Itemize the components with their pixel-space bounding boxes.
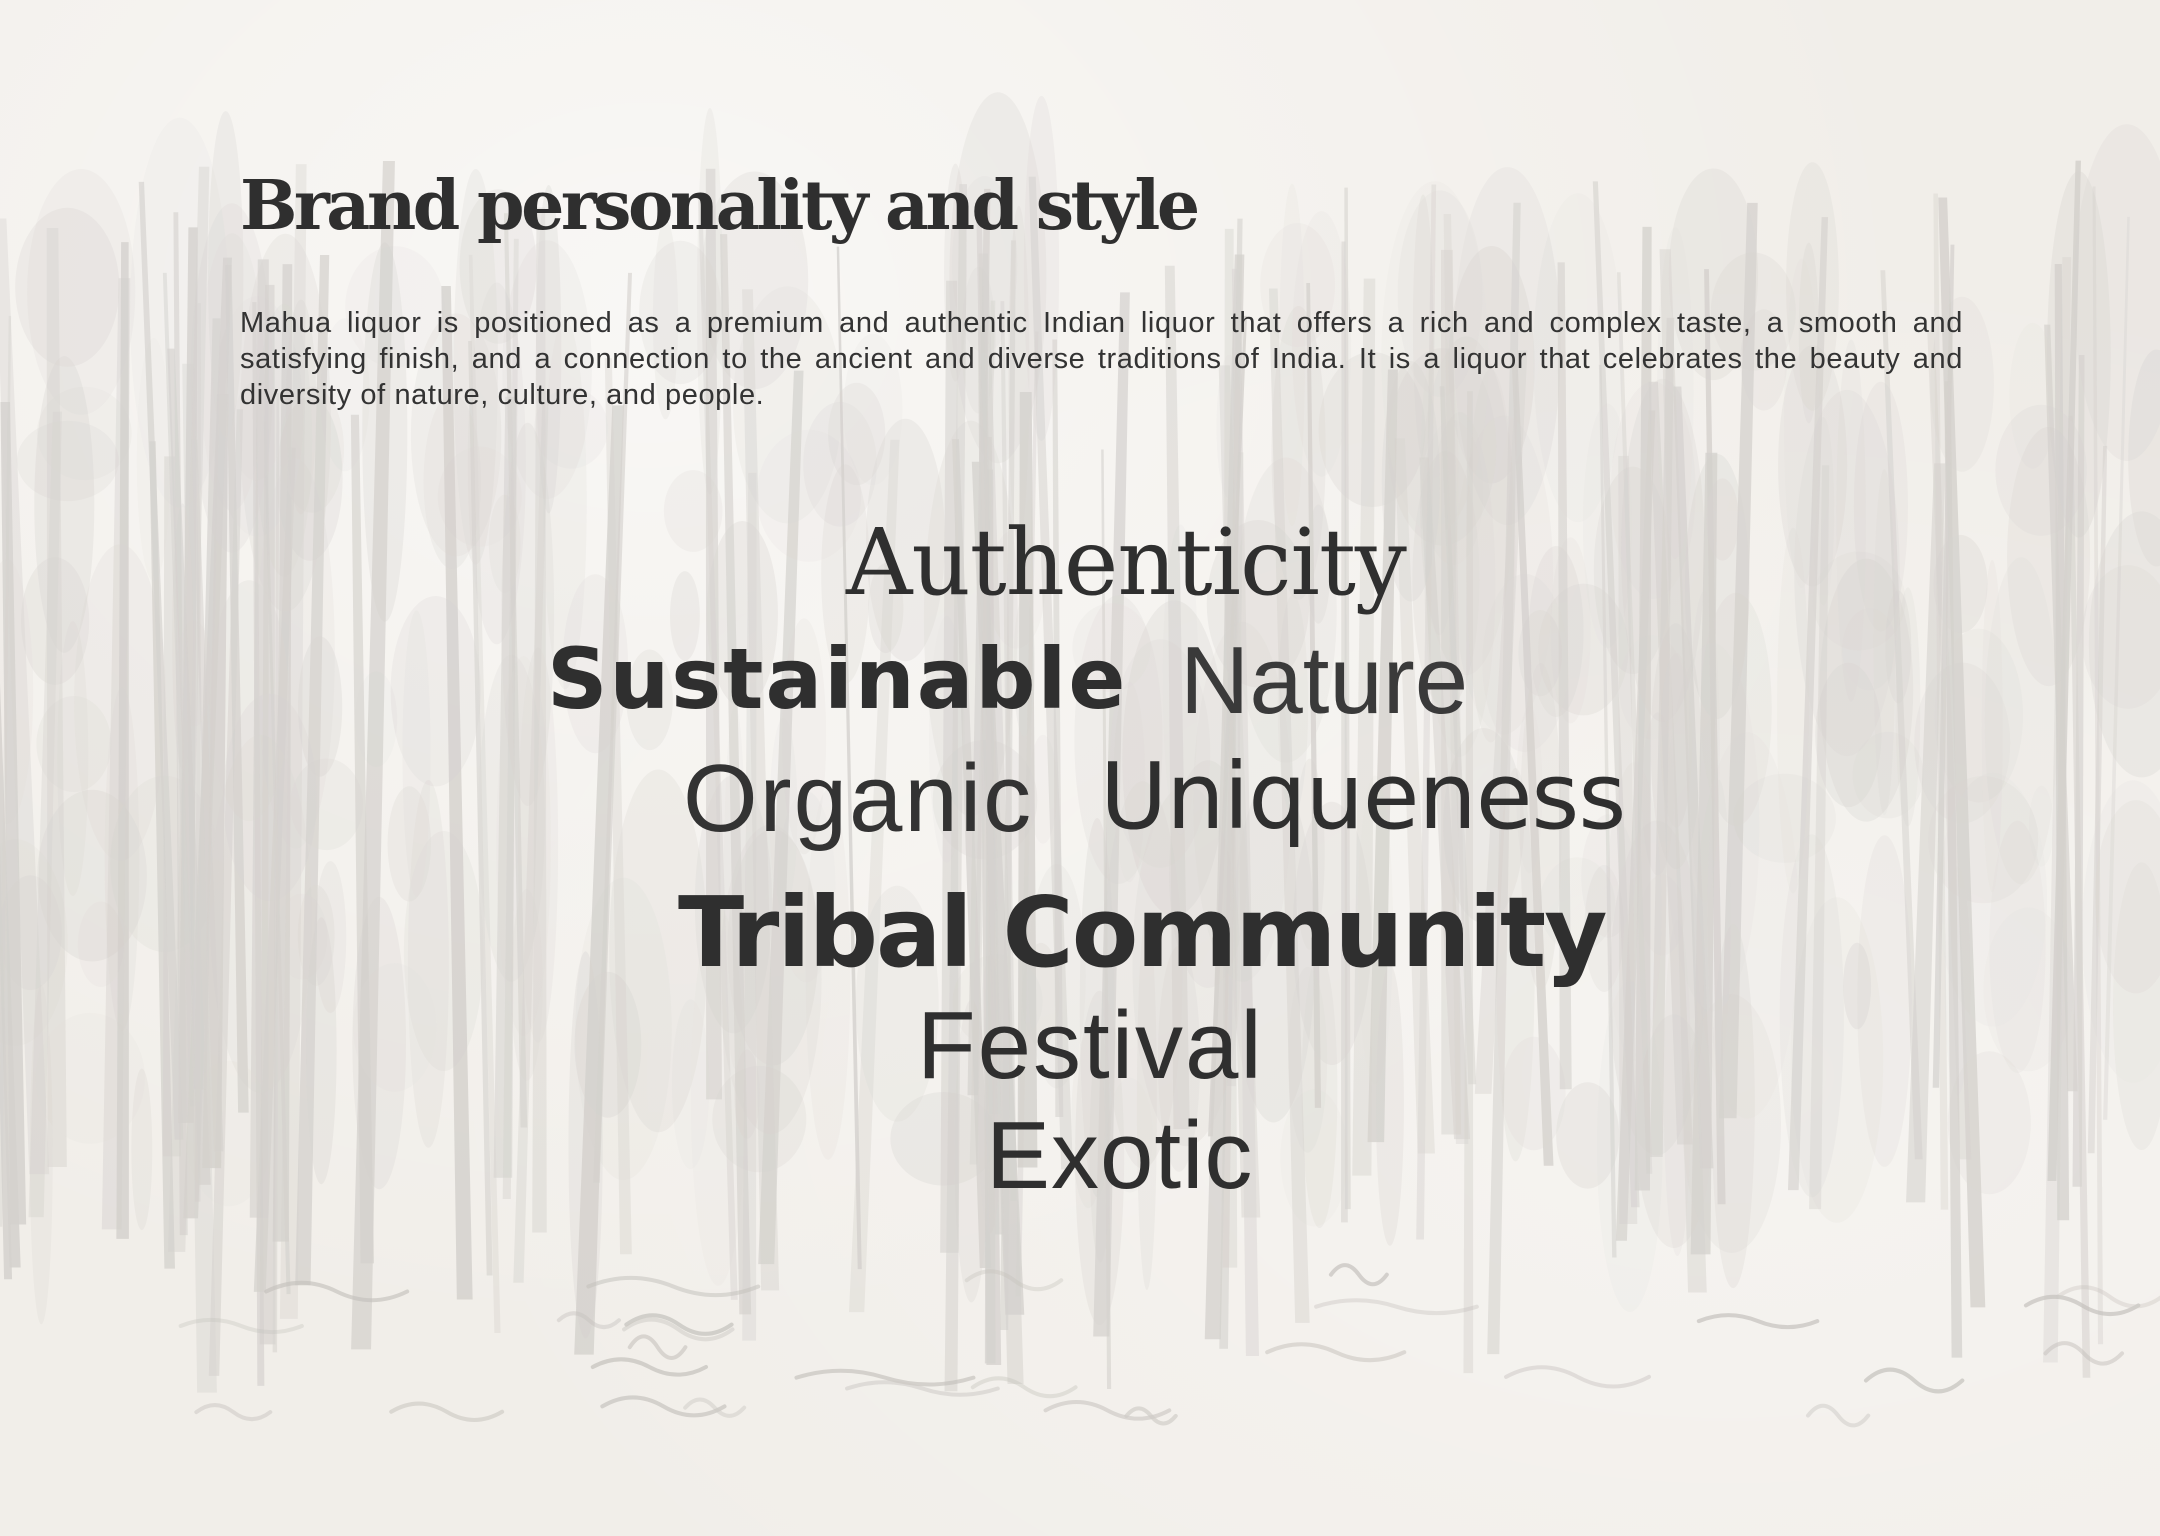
page-title: Brand personality and style: [240, 166, 1200, 246]
keyword-sustainable: Sustainable: [547, 630, 1128, 728]
keyword-festival: Festival: [917, 992, 1264, 1099]
intro-paragraph: Mahua liquor is positioned as a premium …: [240, 307, 1963, 411]
keyword-exotic: Exotic: [986, 1102, 1254, 1209]
keyword-nature: Nature: [1180, 627, 1469, 734]
keyword-organic: Organic: [683, 745, 1034, 852]
keyword-uniqueness: Uniqueness: [1100, 743, 1626, 850]
brand-personality-page: Brand personality and style Mahua liquor…: [0, 0, 2160, 1536]
keyword-authenticity: Authenticity: [846, 509, 1407, 616]
keyword-tribal-community: Tribal Community: [678, 876, 1607, 989]
